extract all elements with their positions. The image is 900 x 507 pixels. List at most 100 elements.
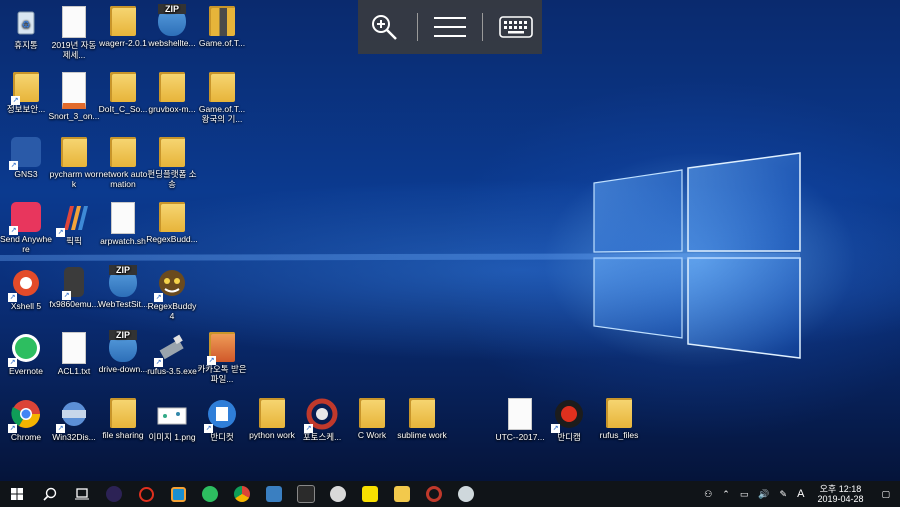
picpick-icon	[56, 202, 90, 237]
icon-label: 휴지통	[14, 40, 38, 50]
desktop-icon-funding[interactable]: 펀딩플랫폼 소송	[146, 137, 198, 189]
desktop-icon-fx9860[interactable]: fx9860emu...	[48, 267, 100, 309]
desktop-icon-arpwatch[interactable]: arpwatch.sh	[97, 202, 149, 246]
desktop-icon-pycharm-work[interactable]: pycharm work	[48, 137, 100, 189]
people-icon[interactable]: ⚇	[699, 489, 717, 500]
taskbar-app-chrome[interactable]	[226, 481, 258, 507]
remote-toolbar	[358, 0, 542, 54]
desktop-icon-acl1[interactable]: ACL1.txt	[48, 332, 100, 376]
folder-icon	[159, 137, 185, 167]
pen-icon[interactable]: ✎	[775, 489, 793, 500]
chevron-up-icon[interactable]: ⌃	[717, 489, 735, 500]
taskbar-app-bandicam[interactable]	[130, 481, 162, 507]
calculator-icon	[62, 267, 84, 300]
desktop-icon-webshellte[interactable]: webshellte...	[146, 4, 198, 48]
desktop-icon-chrome[interactable]: Chrome	[0, 398, 52, 442]
folder-icon	[259, 398, 285, 428]
desktop-icon-gns3[interactable]: GNS3	[0, 137, 52, 179]
icon-label: webshellte...	[148, 38, 196, 48]
taskbar-app-remote[interactable]	[258, 481, 290, 507]
desktop-icon-sublime-work[interactable]: sublime work	[396, 398, 448, 440]
folder-icon	[110, 72, 136, 102]
zoom-in-button[interactable]	[364, 7, 404, 47]
folder-icon	[207, 332, 235, 365]
icon-label: Evernote	[8, 366, 44, 376]
desktop-icon-bandicam[interactable]: 반디캠	[543, 398, 595, 442]
desktop-icon-drive-down[interactable]: drive-down...	[97, 330, 149, 374]
icon-label: RegexBuddy 4	[147, 301, 197, 321]
desktop-icon-webtestsit[interactable]: WebTestSit...	[97, 265, 149, 309]
taskbar-app-explorer[interactable]	[386, 481, 418, 507]
desktop-icon-network-automation[interactable]: network automation	[97, 137, 149, 189]
terminal-icon	[297, 485, 315, 503]
desktop-icon-infosec[interactable]: 정보보안...	[0, 72, 52, 114]
taskbar-app-character[interactable]	[322, 481, 354, 507]
volume-icon[interactable]: 🔊	[753, 489, 774, 500]
desktop-icon-python-work[interactable]: python work	[246, 398, 298, 440]
image-file-icon	[156, 398, 188, 430]
desktop-icon-regexbuddy-folder[interactable]: RegexBudd...	[146, 202, 198, 244]
desktop-icon-file-sharing[interactable]: file sharing	[97, 398, 149, 440]
taskbar-app-terminal[interactable]	[290, 481, 322, 507]
desktop-icon-win32dis[interactable]: Win32Dis...	[48, 398, 100, 442]
keyboard-button[interactable]	[496, 7, 536, 47]
photoscape-icon	[426, 486, 442, 502]
notification-icon[interactable]: ▢	[871, 489, 900, 500]
folder-icon	[209, 6, 235, 36]
desktop-icon-image1[interactable]: 이미지 1.png	[146, 398, 198, 442]
icon-label: 포토스케...	[302, 432, 342, 442]
desktop-icon-got-1[interactable]: Game.of.T...	[196, 6, 248, 48]
chrome-icon	[8, 398, 42, 433]
desktop-icon-regexbuddy4[interactable]: RegexBuddy 4	[146, 267, 198, 321]
desktop-icon-kakao-files[interactable]: 카카오톡 받은 파일...	[196, 332, 248, 384]
folder-icon	[159, 72, 185, 102]
taskbar-app-evernote[interactable]	[194, 481, 226, 507]
menu-button[interactable]	[430, 7, 470, 47]
clock[interactable]: 오후 12:18 2019-04-28	[809, 484, 871, 504]
text-file-icon	[62, 332, 86, 364]
icon-label: 펀딩플랫폼 소송	[147, 169, 197, 189]
taskbar-app-kakaotalk[interactable]	[354, 481, 386, 507]
desktop-icon-gruvbox[interactable]: gruvbox-m...	[146, 72, 198, 114]
desktop-icon-recycle-bin[interactable]: ♻ 휴지통	[0, 6, 52, 50]
search-button[interactable]	[34, 481, 66, 507]
icon-label: python work	[249, 430, 295, 440]
toolbar-divider	[416, 13, 418, 41]
icon-label: Game.of.T... 왕국의 기...	[198, 104, 246, 124]
desktop-icon-utc-file[interactable]: UTC--2017...	[494, 398, 546, 442]
chrome-icon	[234, 486, 250, 502]
taskbar-app-photoscape[interactable]	[418, 481, 450, 507]
folder-icon	[61, 137, 87, 167]
folder-icon	[409, 398, 435, 428]
desktop-icon-send-anywhere[interactable]: Send Anywhere	[0, 202, 52, 254]
taskbar-app-tool[interactable]	[450, 481, 482, 507]
monitor-icon	[266, 486, 282, 502]
ime-indicator[interactable]: A	[792, 488, 809, 500]
icon-label: C Work	[357, 430, 387, 440]
icon-label: GNS3	[14, 169, 38, 179]
taskbar-app-virtualbox[interactable]	[162, 481, 194, 507]
desktop-icon-xshell[interactable]: Xshell 5	[0, 267, 52, 311]
folder-icon	[606, 398, 632, 428]
toolbar-divider	[482, 13, 484, 41]
task-view-button[interactable]	[66, 481, 98, 507]
desktop-icon-got-2[interactable]: Game.of.T... 왕국의 기...	[196, 72, 248, 124]
desktop-icon-tax-doc[interactable]: 2019년 자동제세...	[48, 6, 100, 60]
desktop-icon-evernote[interactable]: Evernote	[0, 332, 52, 376]
desktop-icon-rufus-exe[interactable]: rufus-3.5.exe	[146, 332, 198, 376]
desktop-icon-rufus-files[interactable]: rufus_files	[593, 398, 645, 440]
icon-label: arpwatch.sh	[100, 236, 146, 246]
desktop-icon-picpick[interactable]: 픽픽	[48, 202, 100, 246]
desktop-icon-c-work[interactable]: C Work	[346, 398, 398, 440]
regexbuddy-icon	[154, 267, 188, 302]
desktop-icon-snort[interactable]: Snort_3_on...	[48, 72, 100, 121]
desktop-icon-wagerr[interactable]: wagerr-2.0.1	[97, 6, 149, 48]
icon-label: wagerr-2.0.1	[99, 38, 147, 48]
taskbar-app-eclipse[interactable]	[98, 481, 130, 507]
desktop-icon-bandicut[interactable]: 반디컷	[196, 398, 248, 442]
start-button[interactable]	[0, 481, 34, 507]
network-icon[interactable]: ▭	[735, 489, 754, 500]
desktop-icon-doit-c[interactable]: DoIt_C_So...	[97, 72, 149, 114]
folder-icon	[209, 72, 235, 102]
desktop-icon-photoscape[interactable]: 포토스케...	[296, 398, 348, 442]
